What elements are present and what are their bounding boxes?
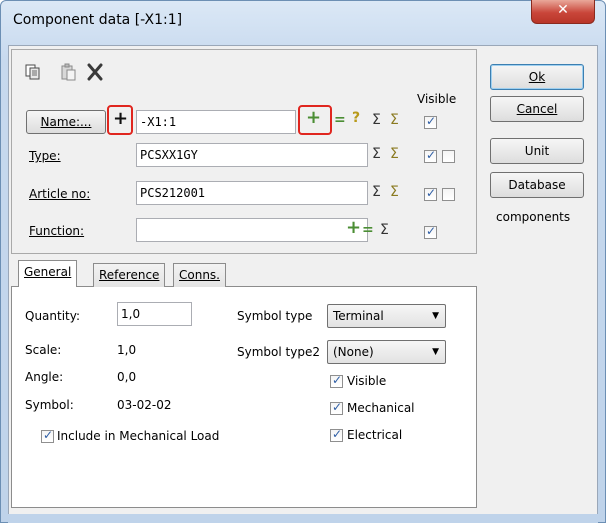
symbol-type-select[interactable]: Terminal ▼ [327,304,446,328]
symbol-type2-value: (None) [333,345,374,359]
include-mechanical-load-label: Include in Mechanical Load [57,429,220,443]
copy-icon[interactable] [24,63,42,81]
chevron-down-icon: ▼ [432,311,439,321]
mechanical-label: Mechanical [347,401,415,415]
visible-column-header: Visible [417,92,457,106]
function-plus-icon[interactable]: + [346,217,361,238]
type-sigma-check-icon[interactable]: Σ [390,146,399,162]
unit-button[interactable]: Unit [490,138,584,164]
delete-icon[interactable] [86,63,104,81]
name-button-label: Name:... [40,115,92,129]
function-visible-checkbox[interactable] [424,224,437,239]
tab-conns[interactable]: Conns. [173,263,226,287]
close-icon: ✕ [557,2,569,18]
symbol-type2-select[interactable]: (None) ▼ [327,340,446,364]
angle-value: 0,0 [117,370,137,384]
cancel-button-label: Cancel [516,102,558,116]
article-sigma-icon[interactable]: Σ [372,184,381,200]
database-button[interactable]: Database [490,172,584,198]
tab-general[interactable]: General [18,260,78,287]
symbol-label: Symbol: [25,398,74,412]
article-no-input[interactable]: PCS212001 [136,181,368,205]
function-label: Function: [29,224,85,238]
paste-icon[interactable] [60,63,78,81]
components-label: components [496,210,571,224]
include-mechanical-load-checkbox[interactable] [41,428,54,443]
ok-button-label: Ok [528,70,546,84]
type-sigma-icon[interactable]: Σ [372,146,381,162]
chevron-down-icon: ▼ [432,347,439,357]
close-button[interactable]: ✕ [531,0,595,24]
cancel-button[interactable]: Cancel [490,96,584,122]
symbol-value: 03-02-02 [117,398,172,412]
article-sigma-check-icon[interactable]: Σ [390,184,399,200]
article-visible-checkbox[interactable] [424,186,437,201]
function-sigma-icon[interactable]: Σ [380,222,389,238]
visible-checkbox[interactable] [330,373,343,388]
quantity-input[interactable]: 1,0 [117,302,192,326]
visible-label: Visible [347,374,387,388]
sigma-icon[interactable]: Σ [372,112,381,128]
symbol-type-label: Symbol type [237,309,313,323]
function-input[interactable] [136,218,368,242]
quantity-label: Quantity: [25,309,81,323]
symbol-type2-label: Symbol type2 [237,345,320,359]
function-equals-icon[interactable]: = [362,222,374,238]
sigma-check-icon[interactable]: Σ [390,112,399,128]
scale-value: 1,0 [117,343,137,357]
window-title: Component data [-X1:1] [13,12,183,28]
name-visible-checkbox[interactable] [424,114,437,129]
bottom-strip [8,514,598,523]
question-icon[interactable]: ? [352,110,360,126]
symbol-type-value: Terminal [333,309,384,323]
electrical-checkbox[interactable] [330,427,343,442]
name-input[interactable]: -X1:1 [136,110,296,134]
mechanical-checkbox[interactable] [330,400,343,415]
equals-icon[interactable]: = [334,112,346,128]
electrical-label: Electrical [347,428,403,442]
name-button[interactable]: Name:... [26,110,106,134]
article-no-label: Article no: [29,187,91,201]
scale-label: Scale: [25,343,62,357]
type-second-checkbox[interactable] [442,150,455,163]
type-label: Type: [29,149,61,163]
ok-button[interactable]: Ok [490,64,584,90]
angle-label: Angle: [25,370,64,384]
tab-reference[interactable]: Reference [93,263,166,287]
add-prefix-icon[interactable]: + [113,108,128,129]
type-input[interactable]: PCSXX1GY [136,143,368,167]
type-visible-checkbox[interactable] [424,148,437,163]
add-name-green-plus-icon[interactable]: + [306,107,321,128]
article-second-checkbox[interactable] [442,188,455,201]
